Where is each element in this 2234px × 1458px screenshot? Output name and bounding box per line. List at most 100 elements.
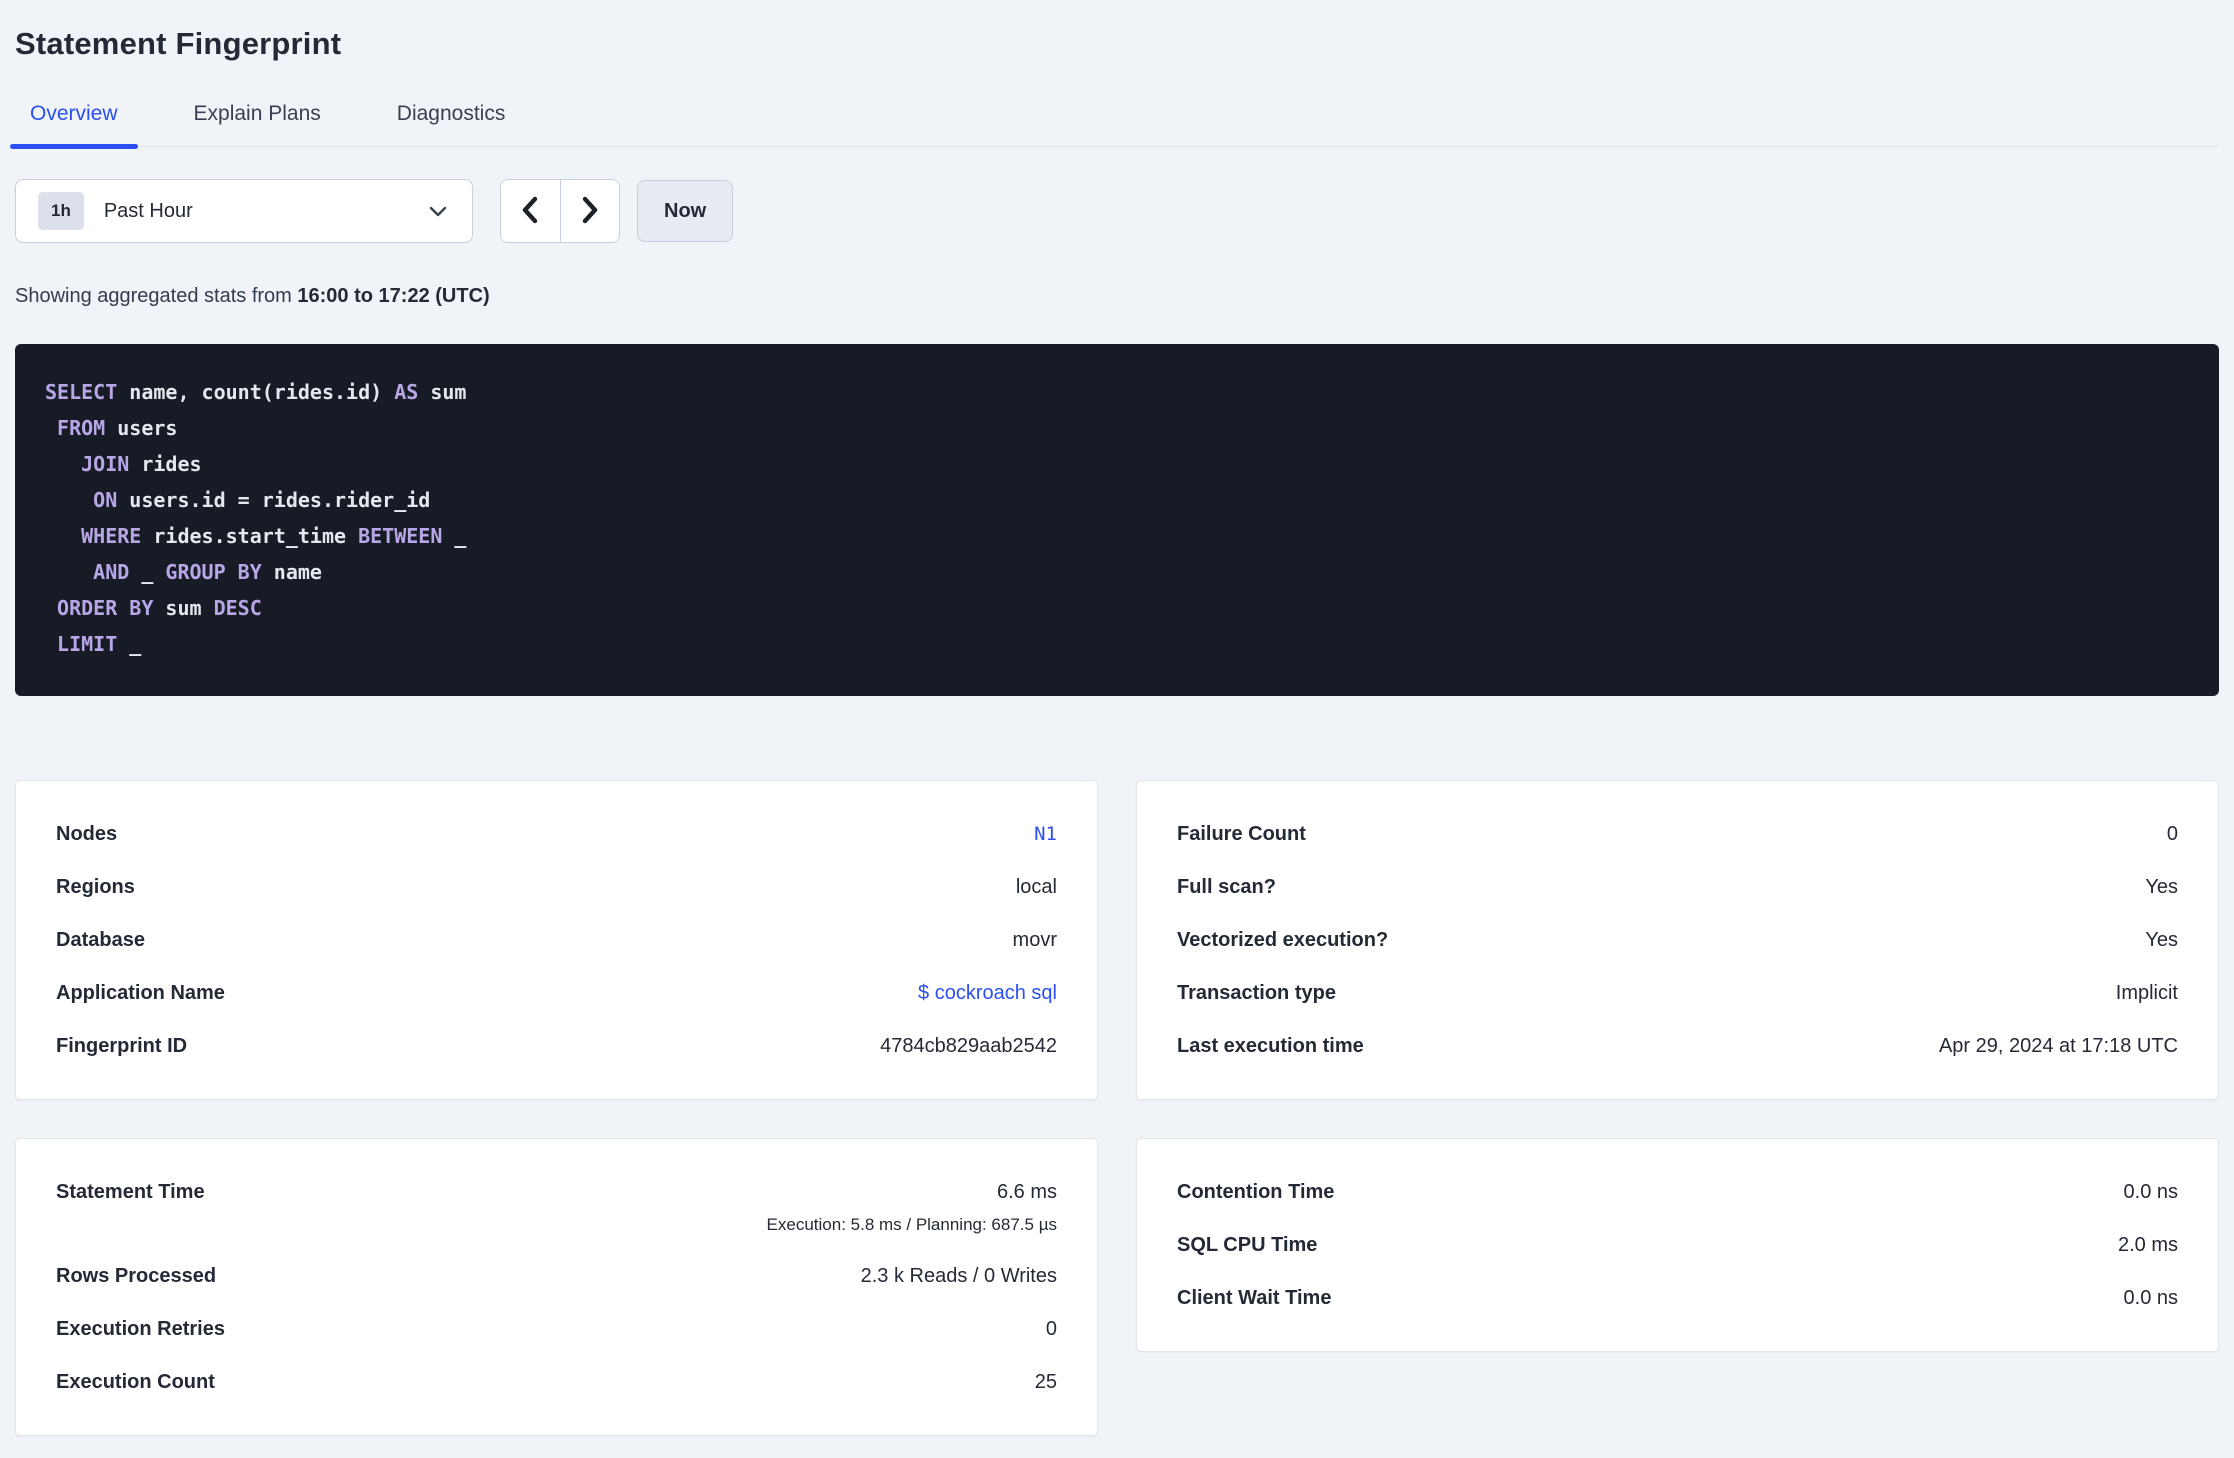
sql-keyword: WHERE — [81, 524, 142, 548]
wait-timing-card: Contention Time 0.0 ns SQL CPU Time 2.0 ms C… — [1136, 1138, 2219, 1352]
stat-row-contention-time: Contention Time 0.0 ns — [1177, 1179, 2178, 1205]
sql-keyword: ON — [93, 488, 118, 512]
stat-row-nodes: Nodes N1 — [56, 821, 1057, 847]
stat-value-contention-time: 0.0 ns — [2124, 1179, 2178, 1205]
statement-details-card: Nodes N1 Regions local Database movr Applicati… — [15, 780, 1098, 1100]
stat-label-fingerprint-id: Fingerprint ID — [56, 1035, 188, 1057]
stat-label-client-wait-time: Client Wait Time — [1177, 1287, 1332, 1309]
next-interval-button[interactable] — [560, 180, 619, 242]
stat-label-failure-count: Failure Count — [1177, 823, 1306, 845]
stat-value-database: movr — [1013, 927, 1057, 953]
aggregated-stats-range: 16:00 to 17:22 (UTC) — [297, 285, 490, 307]
full-scan-value-text: Yes — [2145, 876, 2178, 898]
sql-cpu-time-value-text: 2.0 ms — [2117, 1234, 2178, 1256]
stat-value-regions: local — [1016, 874, 1057, 900]
stat-value-application-name: $ cockroach sql — [918, 980, 1057, 1006]
statement-timing-card: Statement Time 6.6 ms Execution: 5.8 ms / … — [15, 1138, 1098, 1436]
stat-row-execution-count: Execution Count 25 — [56, 1369, 1057, 1395]
stat-label-execution-count: Execution Count — [56, 1371, 215, 1393]
stat-row-application-name: Application Name $ cockroach sql — [56, 980, 1057, 1006]
sql-keyword: SELECT — [45, 380, 118, 404]
stat-row-vectorized-execution: Vectorized execution? Yes — [1177, 927, 2178, 953]
stat-value-fingerprint-id: 4784cb829aab2542 — [880, 1033, 1057, 1059]
stat-label-statement-time: Statement Time — [56, 1181, 205, 1203]
sql-keyword: DESC — [213, 596, 262, 620]
failure-count-value-text: 0 — [2166, 823, 2178, 845]
transaction-type-value-text: Implicit — [2115, 982, 2178, 1004]
stat-row-execution-retries: Execution Retries 0 — [56, 1316, 1057, 1342]
stat-value-execution-count: 25 — [1035, 1369, 1057, 1395]
nodes-link[interactable]: N1 — [1034, 823, 1057, 845]
stat-label-rows-processed: Rows Processed — [56, 1265, 217, 1287]
previous-interval-button[interactable] — [501, 180, 561, 242]
stat-row-regions: Regions local — [56, 874, 1057, 900]
stat-value-rows-processed: 2.3 k Reads / 0 Writes — [861, 1263, 1057, 1289]
sql-keyword: ORDER BY — [57, 596, 154, 620]
aggregated-stats-prefix: Showing aggregated stats from — [15, 285, 292, 307]
tab-overview[interactable]: Overview — [10, 102, 138, 149]
stat-label-contention-time: Contention Time — [1177, 1181, 1335, 1203]
sql-keyword: BETWEEN — [358, 524, 443, 548]
stat-value-transaction-type: Implicit — [2116, 980, 2178, 1006]
stat-label-vectorized-execution: Vectorized execution? — [1177, 929, 1389, 951]
chevron-down-icon — [428, 204, 448, 218]
statement-time-value-text: 6.6 ms — [996, 1181, 1057, 1203]
stat-value-sql-cpu-time: 2.0 ms — [2118, 1232, 2178, 1258]
stat-row-database: Database movr — [56, 927, 1057, 953]
stat-row-rows-processed: Rows Processed 2.3 k Reads / 0 Writes — [56, 1263, 1057, 1289]
stat-value-nodes: N1 — [1034, 821, 1057, 847]
fingerprint-id-value-text: 4784cb829aab2542 — [880, 1035, 1057, 1057]
last-execution-time-value-text: Apr 29, 2024 at 17:18 UTC — [1938, 1035, 2178, 1057]
contention-time-value-text: 0.0 ns — [2123, 1181, 2178, 1203]
sql-keyword: FROM — [57, 416, 106, 440]
application-name-link[interactable]: $ cockroach sql — [918, 982, 1057, 1004]
stat-value-failure-count: 0 — [2167, 821, 2178, 847]
aggregated-stats-line: Showing aggregated stats from 16:00 to 1… — [15, 285, 2219, 308]
stat-row-full-scan: Full scan? Yes — [1177, 874, 2178, 900]
database-value-text: movr — [1012, 929, 1057, 951]
stat-row-last-execution-time: Last execution time Apr 29, 2024 at 17:18… — [1177, 1033, 2178, 1059]
stat-label-nodes: Nodes — [56, 823, 118, 845]
statement-time-subtext: Execution: 5.8 ms / Planning: 687.5 µs — [766, 1215, 1057, 1234]
interval-label: Past Hour — [103, 199, 193, 222]
timing-cards-row: Statement Time 6.6 ms Execution: 5.8 ms / … — [15, 1138, 2219, 1436]
sql-statement-box: SELECT name, count(rides.id) AS sum FROM… — [15, 344, 2219, 696]
regions-value-text: local — [1015, 876, 1057, 898]
sql-keyword: AS — [394, 380, 419, 404]
stat-label-full-scan: Full scan? — [1177, 876, 1276, 898]
stat-value-execution-retries: 0 — [1046, 1316, 1057, 1342]
stat-row-transaction-type: Transaction type Implicit — [1177, 980, 2178, 1006]
stat-row-statement-time: Statement Time 6.6 ms Execution: 5.8 ms / … — [56, 1179, 1057, 1236]
time-interval-picker[interactable]: 1h Past Hour — [15, 179, 473, 243]
execution-attributes-card: Failure Count 0 Full scan? Yes Vectorized ex… — [1136, 780, 2219, 1100]
statement-fingerprint-page: Statement Fingerprint Overview Explain Pl… — [0, 0, 2234, 1436]
stat-row-fingerprint-id: Fingerprint ID 4784cb829aab2542 — [56, 1033, 1057, 1059]
now-button[interactable]: Now — [637, 180, 734, 242]
execution-retries-value-text: 0 — [1045, 1318, 1057, 1340]
stat-row-sql-cpu-time: SQL CPU Time 2.0 ms — [1177, 1232, 2178, 1258]
sql-keyword: GROUP BY — [165, 560, 262, 584]
sql-keyword: LIMIT — [57, 632, 118, 656]
page-title: Statement Fingerprint — [15, 26, 342, 61]
client-wait-time-value-text: 0.0 ns — [2123, 1287, 2178, 1309]
stat-label-last-execution-time: Last execution time — [1177, 1035, 1364, 1057]
stat-label-transaction-type: Transaction type — [1177, 982, 1336, 1004]
execution-count-value-text: 25 — [1034, 1371, 1057, 1393]
sql-keyword: AND — [93, 560, 130, 584]
time-controls: 1h Past Hour Now — [15, 179, 2219, 243]
stat-label-regions: Regions — [56, 876, 135, 898]
sql-keyword: JOIN — [81, 452, 130, 476]
sql-statement-text: SELECT name, count(rides.id) AS sum FROM… — [45, 380, 467, 656]
stat-row-failure-count: Failure Count 0 — [1177, 821, 2178, 847]
stat-label-execution-retries: Execution Retries — [56, 1318, 225, 1340]
stat-label-application-name: Application Name — [56, 982, 225, 1004]
stat-label-database: Database — [56, 929, 145, 951]
overview-cards-row: Nodes N1 Regions local Database movr Applicati… — [15, 780, 2219, 1100]
interval-badge: 1h — [38, 192, 84, 230]
tab-diagnostics[interactable]: Diagnostics — [377, 102, 526, 146]
tab-bar: Overview Explain Plans Diagnostics — [10, 102, 2219, 149]
tab-explain-plans[interactable]: Explain Plans — [174, 102, 341, 146]
chevron-left-icon — [519, 195, 541, 228]
stat-value-client-wait-time: 0.0 ns — [2124, 1285, 2178, 1311]
stat-row-client-wait-time: Client Wait Time 0.0 ns — [1177, 1285, 2178, 1311]
